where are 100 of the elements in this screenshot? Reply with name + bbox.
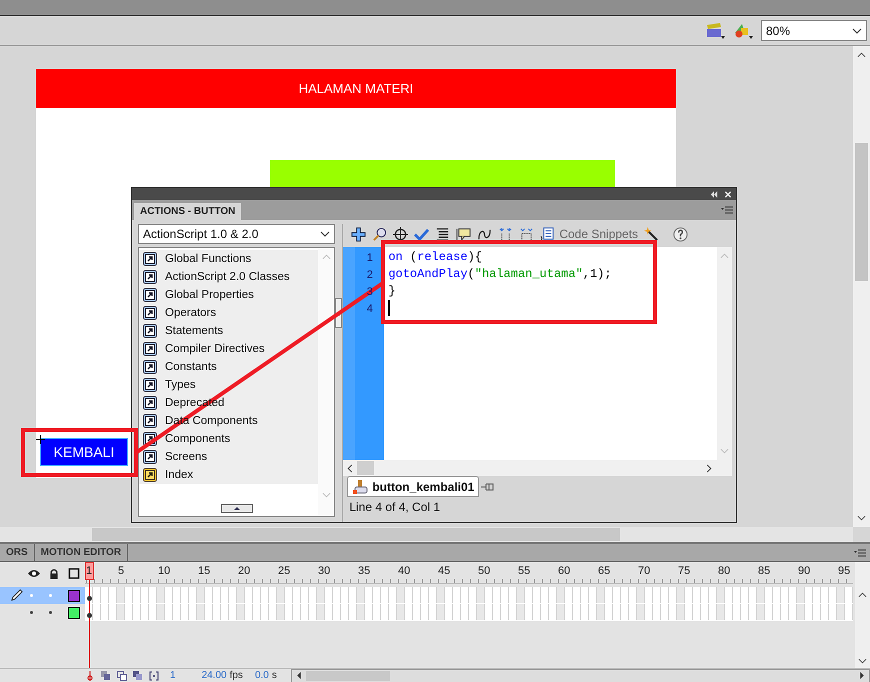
category-item[interactable]: Types: [139, 376, 318, 394]
keyframe-dot[interactable]: [87, 596, 92, 601]
book-icon: [143, 270, 157, 284]
category-item[interactable]: Global Functions: [139, 250, 318, 268]
search-icon[interactable]: [372, 226, 388, 242]
clapperboard-icon[interactable]: [705, 22, 725, 38]
layer-color-swatch[interactable]: [68, 606, 80, 618]
scroll-down-icon[interactable]: [858, 658, 867, 664]
category-item[interactable]: Constants: [139, 358, 318, 376]
fps-unit: fps: [230, 670, 243, 681]
category-item[interactable]: ActionScript 2.0 Classes: [139, 268, 318, 286]
line-number: 1: [366, 252, 373, 264]
kembali-button[interactable]: KEMBALI: [40, 438, 128, 466]
wand-icon[interactable]: [644, 226, 660, 242]
timeline-tab[interactable]: ORS: [0, 544, 35, 561]
plus-icon[interactable]: [351, 226, 366, 242]
code-line: }: [388, 283, 397, 300]
outline-square-icon[interactable]: [68, 568, 80, 578]
frame-number: 20: [238, 565, 250, 577]
edit-frames-icon[interactable]: [133, 670, 143, 680]
frame-number: 1: [86, 565, 92, 577]
book-icon: [143, 252, 157, 266]
scroll-up-icon[interactable]: [857, 52, 866, 58]
code-line: on (release){: [388, 249, 483, 266]
category-item[interactable]: Statements: [139, 322, 318, 340]
onion-outline-icon[interactable]: [117, 670, 127, 680]
book-icon: [143, 396, 157, 410]
lock-icon[interactable]: [48, 568, 60, 578]
pencil-icon: [10, 589, 23, 602]
frame-rate: 24.00: [202, 670, 227, 681]
panel-tab[interactable]: ACTIONS - BUTTON: [134, 203, 242, 220]
scroll-right-icon[interactable]: [706, 464, 712, 472]
speech-bubble-icon[interactable]: [456, 226, 472, 242]
cursor-icon: [36, 435, 45, 444]
frame-number: 35: [358, 565, 370, 577]
category-item[interactable]: Global Properties: [139, 286, 318, 304]
frame-number: 40: [398, 565, 410, 577]
lock-dot[interactable]: [49, 611, 52, 614]
text-cursor: [388, 300, 390, 316]
horizontal-scrollbar[interactable]: [0, 527, 853, 542]
document-icon[interactable]: [540, 226, 556, 242]
index-icon: [143, 468, 157, 482]
timeline-tab[interactable]: MOTION EDITOR: [34, 544, 128, 561]
bracket-icon[interactable]: [519, 226, 534, 242]
book-icon: [143, 360, 157, 374]
category-item[interactable]: Compiler Directives: [139, 340, 318, 358]
check-icon[interactable]: [414, 226, 430, 242]
version-dropdown[interactable]: ActionScript 1.0 & 2.0: [138, 224, 336, 244]
line-number: 4: [366, 303, 373, 315]
center-frame-icon[interactable]: [85, 670, 95, 680]
scroll-left-icon[interactable]: [347, 464, 354, 472]
chevron-down-icon: [320, 231, 330, 237]
time-unit: s: [272, 670, 277, 681]
onion-skin-icon[interactable]: [101, 670, 111, 680]
crosshair-icon[interactable]: [393, 226, 408, 242]
layer-row[interactable]: [0, 587, 85, 604]
category-item[interactable]: Components: [139, 430, 318, 448]
category-item[interactable]: Index: [139, 466, 318, 484]
visibility-dot[interactable]: [30, 594, 33, 597]
collapse-icon[interactable]: [710, 190, 718, 198]
scroll-down-icon[interactable]: [857, 515, 866, 521]
script-tab[interactable]: button_kembali01: [347, 476, 480, 497]
zoom-dropdown[interactable]: 80%: [761, 20, 867, 41]
chevron-down-icon: [852, 28, 862, 34]
close-icon[interactable]: [724, 190, 732, 198]
help-icon[interactable]: [673, 226, 688, 242]
frame-ruler[interactable]: 1 5 10 15 20 25 30 35 40 45 50 55 60 65 70 75 80 85 90 95: [85, 562, 853, 584]
align-lines-icon[interactable]: [435, 226, 450, 242]
menu-icon[interactable]: [721, 206, 733, 214]
frame-number: 85: [758, 565, 770, 577]
eye-icon[interactable]: [28, 568, 40, 578]
lock-dot[interactable]: [49, 594, 52, 597]
playhead[interactable]: [85, 562, 94, 668]
frame-number: 25: [278, 565, 290, 577]
scroll-right-icon[interactable]: [859, 671, 865, 680]
category-item[interactable]: Screens: [139, 448, 318, 466]
scrollbar-thumb[interactable]: [855, 142, 868, 280]
menu-icon[interactable]: [854, 548, 866, 556]
scroll-up-icon[interactable]: [858, 592, 867, 598]
scrollbar-thumb[interactable]: [357, 461, 374, 475]
pin-icon[interactable]: [481, 482, 496, 492]
book-icon: [143, 288, 157, 302]
code-line: gotoAndPlay("halaman_utama",1);: [388, 266, 613, 283]
layer-color-swatch[interactable]: [68, 590, 80, 602]
status-text: Line 4 of 4, Col 1: [348, 499, 442, 516]
triangle-up-icon[interactable]: [234, 507, 240, 510]
frame-number: 5: [118, 565, 124, 577]
book-icon: [143, 306, 157, 320]
scrollbar-thumb[interactable]: [306, 670, 390, 680]
keyframe-dot[interactable]: [87, 613, 92, 618]
category-item[interactable]: Operators: [139, 304, 318, 322]
current-frame: 1: [170, 670, 176, 681]
frame-number: 55: [518, 565, 530, 577]
scroll-left-icon[interactable]: [296, 671, 302, 680]
shapes-icon[interactable]: [733, 22, 753, 38]
bracket-icon[interactable]: [498, 226, 514, 242]
visibility-dot[interactable]: [30, 611, 33, 614]
frame-number: 50: [478, 565, 490, 577]
bracket-markers-icon[interactable]: [149, 670, 159, 680]
code-snippets-label[interactable]: Code Snippets: [559, 227, 638, 241]
